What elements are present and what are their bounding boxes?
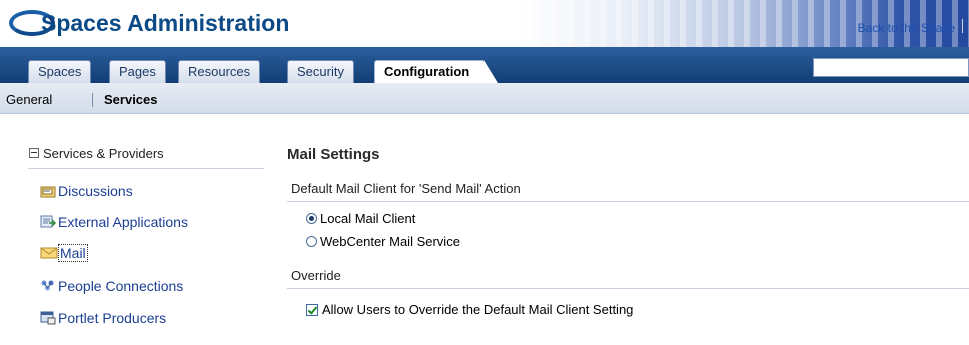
external-apps-icon: [40, 215, 57, 229]
collapse-icon[interactable]: [29, 148, 39, 158]
radio-label: Local Mail Client: [320, 211, 416, 226]
people-icon: [40, 279, 56, 293]
app-title: Spaces Administration: [41, 10, 290, 36]
service-label: Discussions: [58, 183, 133, 199]
service-item-people-connections[interactable]: People Connections: [40, 278, 183, 294]
radio-webcenter-mail-service[interactable]: WebCenter Mail Service: [306, 234, 460, 249]
service-item-mail[interactable]: Mail: [40, 244, 88, 262]
header-divider: [962, 19, 963, 33]
portlet-icon: [40, 311, 56, 325]
override-section-heading: Override: [291, 268, 341, 283]
radio-button[interactable]: [306, 236, 317, 247]
discussions-icon: [40, 184, 56, 198]
panel-divider: [28, 168, 264, 169]
override-checkbox[interactable]: [306, 304, 318, 316]
tab-pages[interactable]: Pages: [109, 60, 166, 83]
services-providers-header[interactable]: Services & Providers: [29, 146, 164, 161]
checkbox-label: Allow Users to Override the Default Mail…: [322, 302, 634, 317]
section-divider: [287, 288, 969, 289]
tab-resources[interactable]: Resources: [178, 60, 261, 83]
service-label: Mail: [58, 244, 88, 262]
subnav-divider: [92, 93, 93, 107]
tab-spaces[interactable]: Spaces: [28, 60, 92, 83]
service-item-external-applications[interactable]: External Applications: [40, 214, 188, 230]
search-input[interactable]: [813, 58, 969, 77]
subnav-services[interactable]: Services: [104, 92, 158, 107]
radio-button-selected[interactable]: [306, 213, 317, 224]
back-to-space-link[interactable]: Back to the Space: [858, 21, 955, 35]
service-label: External Applications: [58, 214, 188, 230]
sub-navigation: General Services: [0, 83, 969, 114]
service-item-discussions[interactable]: Discussions: [40, 183, 133, 199]
service-item-portlet-producers[interactable]: Portlet Producers: [40, 310, 166, 326]
radio-local-mail-client[interactable]: Local Mail Client: [306, 211, 415, 226]
mail-icon: [40, 246, 58, 260]
radio-label: WebCenter Mail Service: [320, 234, 460, 249]
page-title: Mail Settings: [287, 146, 380, 163]
app-header: Spaces Administration Back to the Space: [0, 0, 969, 47]
override-checkbox-row[interactable]: Allow Users to Override the Default Mail…: [306, 302, 633, 317]
mail-client-section-heading: Default Mail Client for 'Send Mail' Acti…: [291, 181, 521, 196]
section-divider: [287, 201, 969, 202]
subnav-general[interactable]: General: [6, 92, 52, 107]
services-providers-label: Services & Providers: [43, 146, 164, 161]
service-label: People Connections: [58, 278, 184, 294]
service-label: Portlet Producers: [58, 310, 167, 326]
tab-configuration[interactable]: Configuration: [374, 60, 498, 83]
tab-security[interactable]: Security: [287, 60, 354, 83]
